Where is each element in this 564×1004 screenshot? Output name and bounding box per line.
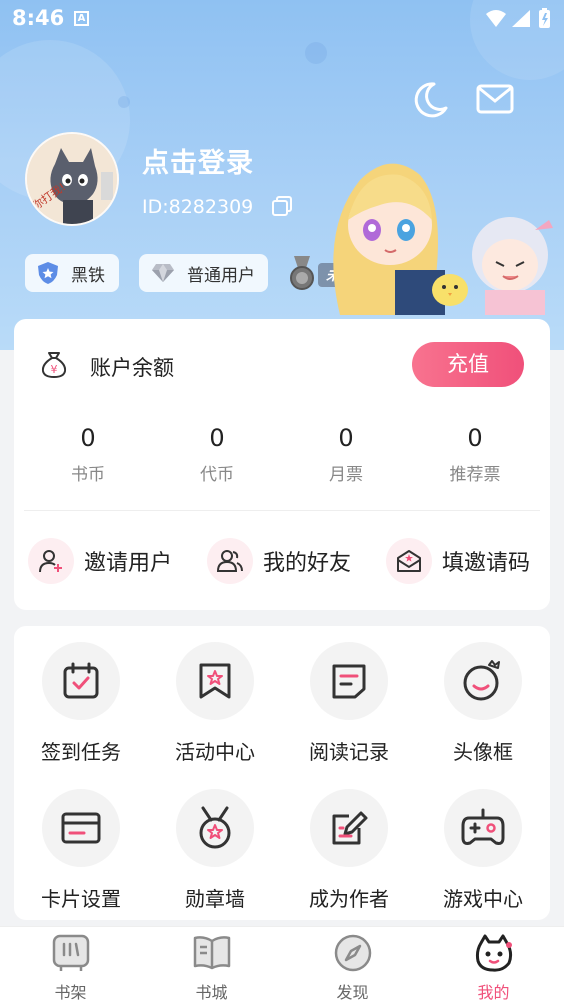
user-type-badge[interactable]: 普通用户	[139, 254, 268, 292]
login-link[interactable]: 点击登录	[142, 141, 254, 180]
enter-invite-code-button[interactable]: 填邀请码	[386, 535, 530, 587]
reading-history-label: 阅读记录	[309, 740, 389, 764]
diamond-icon	[151, 263, 175, 283]
stat-monthly-tickets[interactable]: 0 月票	[286, 424, 406, 485]
card-icon	[42, 789, 120, 867]
friends-icon	[207, 538, 253, 584]
level-badge[interactable]: 黑铁	[25, 254, 119, 292]
avatar-frame-button[interactable]: 头像框	[416, 642, 550, 765]
bottom-nav: 书架 书城 发现 我的	[0, 926, 564, 1004]
become-author-button[interactable]: 成为作者	[282, 789, 416, 912]
level-badge-label: 黑铁	[71, 265, 105, 286]
book-open-icon	[193, 936, 230, 970]
invite-user-button[interactable]: 邀请用户	[28, 535, 172, 587]
status-time: 8:46	[12, 6, 65, 30]
stat-book-coins[interactable]: 0 书币	[28, 424, 148, 485]
activity-center-button[interactable]: 活动中心	[148, 642, 282, 765]
calendar-check-icon	[42, 642, 120, 720]
edit-icon	[310, 789, 388, 867]
status-bar: 8:46 A	[0, 0, 564, 38]
system-icons	[484, 8, 554, 34]
stat-label: 书币	[71, 465, 105, 485]
card-settings-label: 卡片设置	[41, 887, 121, 911]
card-settings-button[interactable]: 卡片设置	[14, 789, 148, 912]
stat-label: 代币	[200, 465, 234, 485]
avatar[interactable]: 你打我!	[25, 132, 119, 226]
features-card: 签到任务 活动中心 阅读记录 头像框 卡片设置 勋章墙 成为作者 游戏中心	[14, 626, 550, 920]
moon-icon[interactable]	[410, 80, 450, 124]
decor-bubble	[305, 42, 327, 64]
medal-wall-label: 勋章墙	[185, 887, 245, 911]
stat-value: 0	[467, 424, 483, 452]
nav-bookstore-label: 书城	[195, 983, 228, 1002]
mail-icon[interactable]	[476, 84, 514, 118]
avatar-frame-label: 头像框	[453, 740, 513, 764]
my-friends-label: 我的好友	[263, 551, 352, 576]
document-icon	[310, 642, 388, 720]
balance-card: ¥ 账户余额 充值 0 书币 0 代币 0 月票 0 推荐票 邀请用户 我的好友…	[14, 319, 550, 610]
divider	[24, 510, 540, 511]
nav-discover-label: 发现	[336, 983, 369, 1002]
stat-recommend-tickets[interactable]: 0 推荐票	[415, 424, 535, 485]
mascot-icon	[475, 934, 512, 972]
stat-label: 推荐票	[449, 465, 501, 485]
notification-a-icon: A	[74, 11, 89, 26]
user-id: ID:8282309	[142, 196, 254, 218]
activity-center-label: 活动中心	[175, 740, 255, 764]
profile-header: 8:46 A 你打我! 点击登录 ID:8282309 黑铁 普通用户	[0, 0, 564, 350]
envelope-star-icon	[386, 538, 432, 584]
nav-discover[interactable]: 发现	[282, 933, 423, 1003]
stat-value: 0	[209, 424, 225, 452]
nav-bookshelf[interactable]: 书架	[0, 933, 141, 1003]
stat-value: 0	[338, 424, 354, 452]
bookmark-star-icon	[176, 642, 254, 720]
wifi-icon	[486, 10, 506, 27]
balance-title: 账户余额	[90, 356, 174, 380]
copy-icon[interactable]	[271, 195, 293, 221]
bookshelf-icon	[52, 934, 89, 971]
game-center-button[interactable]: 游戏中心	[416, 789, 550, 912]
nav-bookshelf-label: 书架	[54, 983, 87, 1002]
medal-icon	[176, 789, 254, 867]
become-author-label: 成为作者	[309, 887, 389, 911]
stat-value: 0	[80, 424, 96, 452]
stat-tokens[interactable]: 0 代币	[157, 424, 277, 485]
invite-user-label: 邀请用户	[84, 551, 173, 576]
avatar-frame-icon	[444, 642, 522, 720]
svg-text:¥: ¥	[51, 363, 58, 376]
shield-badge-icon	[37, 261, 59, 285]
game-center-label: 游戏中心	[443, 887, 523, 911]
add-user-icon	[28, 538, 74, 584]
decor-bubble	[118, 96, 130, 108]
nav-mine-label: 我的	[477, 983, 510, 1002]
nav-bookstore[interactable]: 书城	[141, 933, 282, 1003]
stat-label: 月票	[329, 465, 363, 485]
compass-icon	[334, 934, 371, 972]
gamepad-icon	[444, 789, 522, 867]
enter-invite-code-label: 填邀请码	[442, 551, 531, 576]
medal-wall-button[interactable]: 勋章墙	[148, 789, 282, 912]
character-illustration	[300, 150, 564, 315]
checkin-tasks-button[interactable]: 签到任务	[14, 642, 148, 765]
money-bag-icon: ¥	[39, 349, 69, 383]
my-friends-button[interactable]: 我的好友	[207, 535, 351, 587]
nav-mine[interactable]: 我的	[423, 933, 564, 1003]
user-type-label: 普通用户	[187, 265, 255, 286]
checkin-tasks-label: 签到任务	[41, 740, 121, 764]
recharge-button[interactable]: 充值	[412, 342, 524, 387]
reading-history-button[interactable]: 阅读记录	[282, 642, 416, 765]
signal-icon	[512, 10, 530, 27]
